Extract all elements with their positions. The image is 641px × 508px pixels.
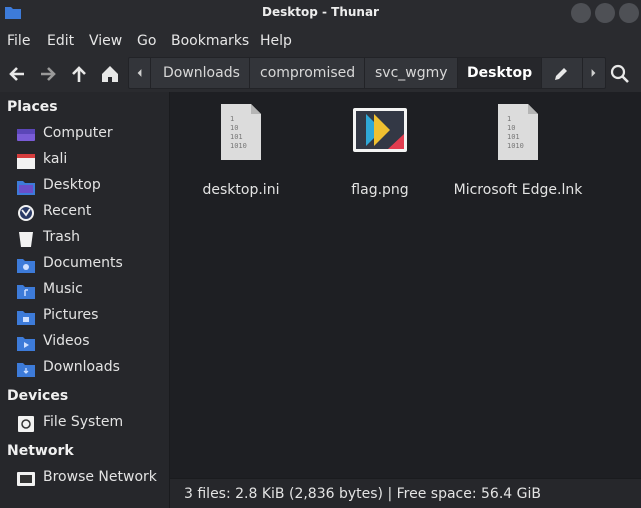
menu-file[interactable]: File [7, 33, 30, 49]
path-bar: Downloads compromised svc_wgmy Desktop [128, 57, 606, 89]
sidebar-item-videos[interactable]: Videos [0, 330, 169, 356]
file-item-microsoft-edge-lnk[interactable]: 1 10 101 1010 Microsoft Edge.lnk [443, 104, 593, 198]
back-arrow-icon[interactable] [6, 63, 28, 85]
file-item-desktop-ini[interactable]: 1 10 101 1010 desktop.ini [166, 104, 316, 198]
path-scroll-left-icon[interactable] [129, 58, 151, 88]
file-item-flag-png[interactable]: flag.png [305, 104, 455, 198]
edit-path-icon[interactable] [551, 64, 571, 84]
file-name: desktop.ini [202, 182, 280, 198]
sidebar-item-browse-network[interactable]: Browse Network [0, 466, 169, 492]
svg-text:101: 101 [507, 133, 520, 141]
toolbar: Downloads compromised svc_wgmy Desktop [0, 56, 641, 92]
svg-text:1: 1 [507, 115, 511, 123]
sidebar-item-documents[interactable]: Documents [0, 252, 169, 278]
svg-text:101: 101 [230, 133, 243, 141]
up-arrow-icon[interactable] [68, 63, 90, 85]
documents-folder-icon [17, 259, 35, 273]
svg-text:10: 10 [507, 124, 515, 132]
recent-icon [18, 205, 34, 221]
menu-bar: File Edit View Go Bookmarks Help [0, 26, 641, 56]
sidebar-item-pictures[interactable]: Pictures [0, 304, 169, 330]
home-icon[interactable] [99, 63, 121, 85]
sidebar: Places Computer kali Desktop Recent Tras… [0, 92, 170, 508]
crumb-compromised[interactable]: compromised [251, 58, 366, 88]
sidebar-item-desktop[interactable]: Desktop [0, 174, 169, 200]
menu-bookmarks[interactable]: Bookmarks [171, 33, 249, 49]
status-bar: 3 files: 2.8 KiB (2,836 bytes) | Free sp… [170, 478, 641, 508]
menu-edit[interactable]: Edit [47, 33, 74, 49]
menu-view[interactable]: View [89, 33, 122, 49]
binary-file-icon: 1 10 101 1010 [498, 104, 538, 160]
sidebar-item-kali[interactable]: kali [0, 148, 169, 174]
svg-text:1010: 1010 [230, 142, 247, 150]
minimize-button[interactable] [571, 3, 591, 23]
crumb-svc-wgmy[interactable]: svc_wgmy [366, 58, 458, 88]
close-button[interactable] [619, 3, 639, 23]
svg-text:1010: 1010 [507, 142, 524, 150]
sidebar-item-recent[interactable]: Recent [0, 200, 169, 226]
forward-arrow-icon[interactable] [37, 63, 59, 85]
desktop-folder-icon [17, 181, 35, 195]
menu-help[interactable]: Help [260, 33, 292, 49]
status-text: 3 files: 2.8 KiB (2,836 bytes) | Free sp… [184, 486, 541, 502]
file-name: Microsoft Edge.lnk [453, 182, 583, 198]
videos-folder-icon [17, 337, 35, 351]
crumb-downloads[interactable]: Downloads [154, 58, 250, 88]
places-header: Places [7, 99, 58, 115]
title-bar: Desktop - Thunar [0, 0, 641, 26]
file-view: 1 10 101 1010 desktop.ini flag.png 1 10 … [170, 92, 641, 478]
path-scroll-right-icon[interactable] [582, 58, 604, 88]
file-name: flag.png [351, 182, 409, 198]
search-icon[interactable] [609, 63, 631, 85]
crumb-desktop[interactable]: Desktop [458, 58, 543, 88]
binary-file-icon: 1 10 101 1010 [221, 104, 261, 160]
svg-text:1: 1 [230, 115, 234, 123]
svg-text:10: 10 [230, 124, 238, 132]
sidebar-item-downloads[interactable]: Downloads [0, 356, 169, 382]
sidebar-item-music[interactable]: Music [0, 278, 169, 304]
network-header: Network [7, 443, 74, 459]
downloads-folder-icon [17, 363, 35, 377]
maximize-button[interactable] [595, 3, 615, 23]
sidebar-item-computer[interactable]: Computer [0, 122, 169, 148]
home-folder-icon [17, 154, 35, 169]
pictures-folder-icon [17, 311, 35, 325]
devices-header: Devices [7, 388, 69, 404]
menu-go[interactable]: Go [137, 33, 156, 49]
network-icon [17, 472, 35, 486]
sidebar-item-trash[interactable]: Trash [0, 226, 169, 252]
window-title: Desktop - Thunar [262, 5, 379, 19]
computer-icon [17, 129, 35, 141]
trash-icon [19, 232, 33, 247]
sidebar-item-file-system[interactable]: File System [0, 411, 169, 437]
drive-icon [18, 416, 34, 432]
music-folder-icon [17, 285, 35, 299]
image-file-icon [353, 108, 407, 152]
